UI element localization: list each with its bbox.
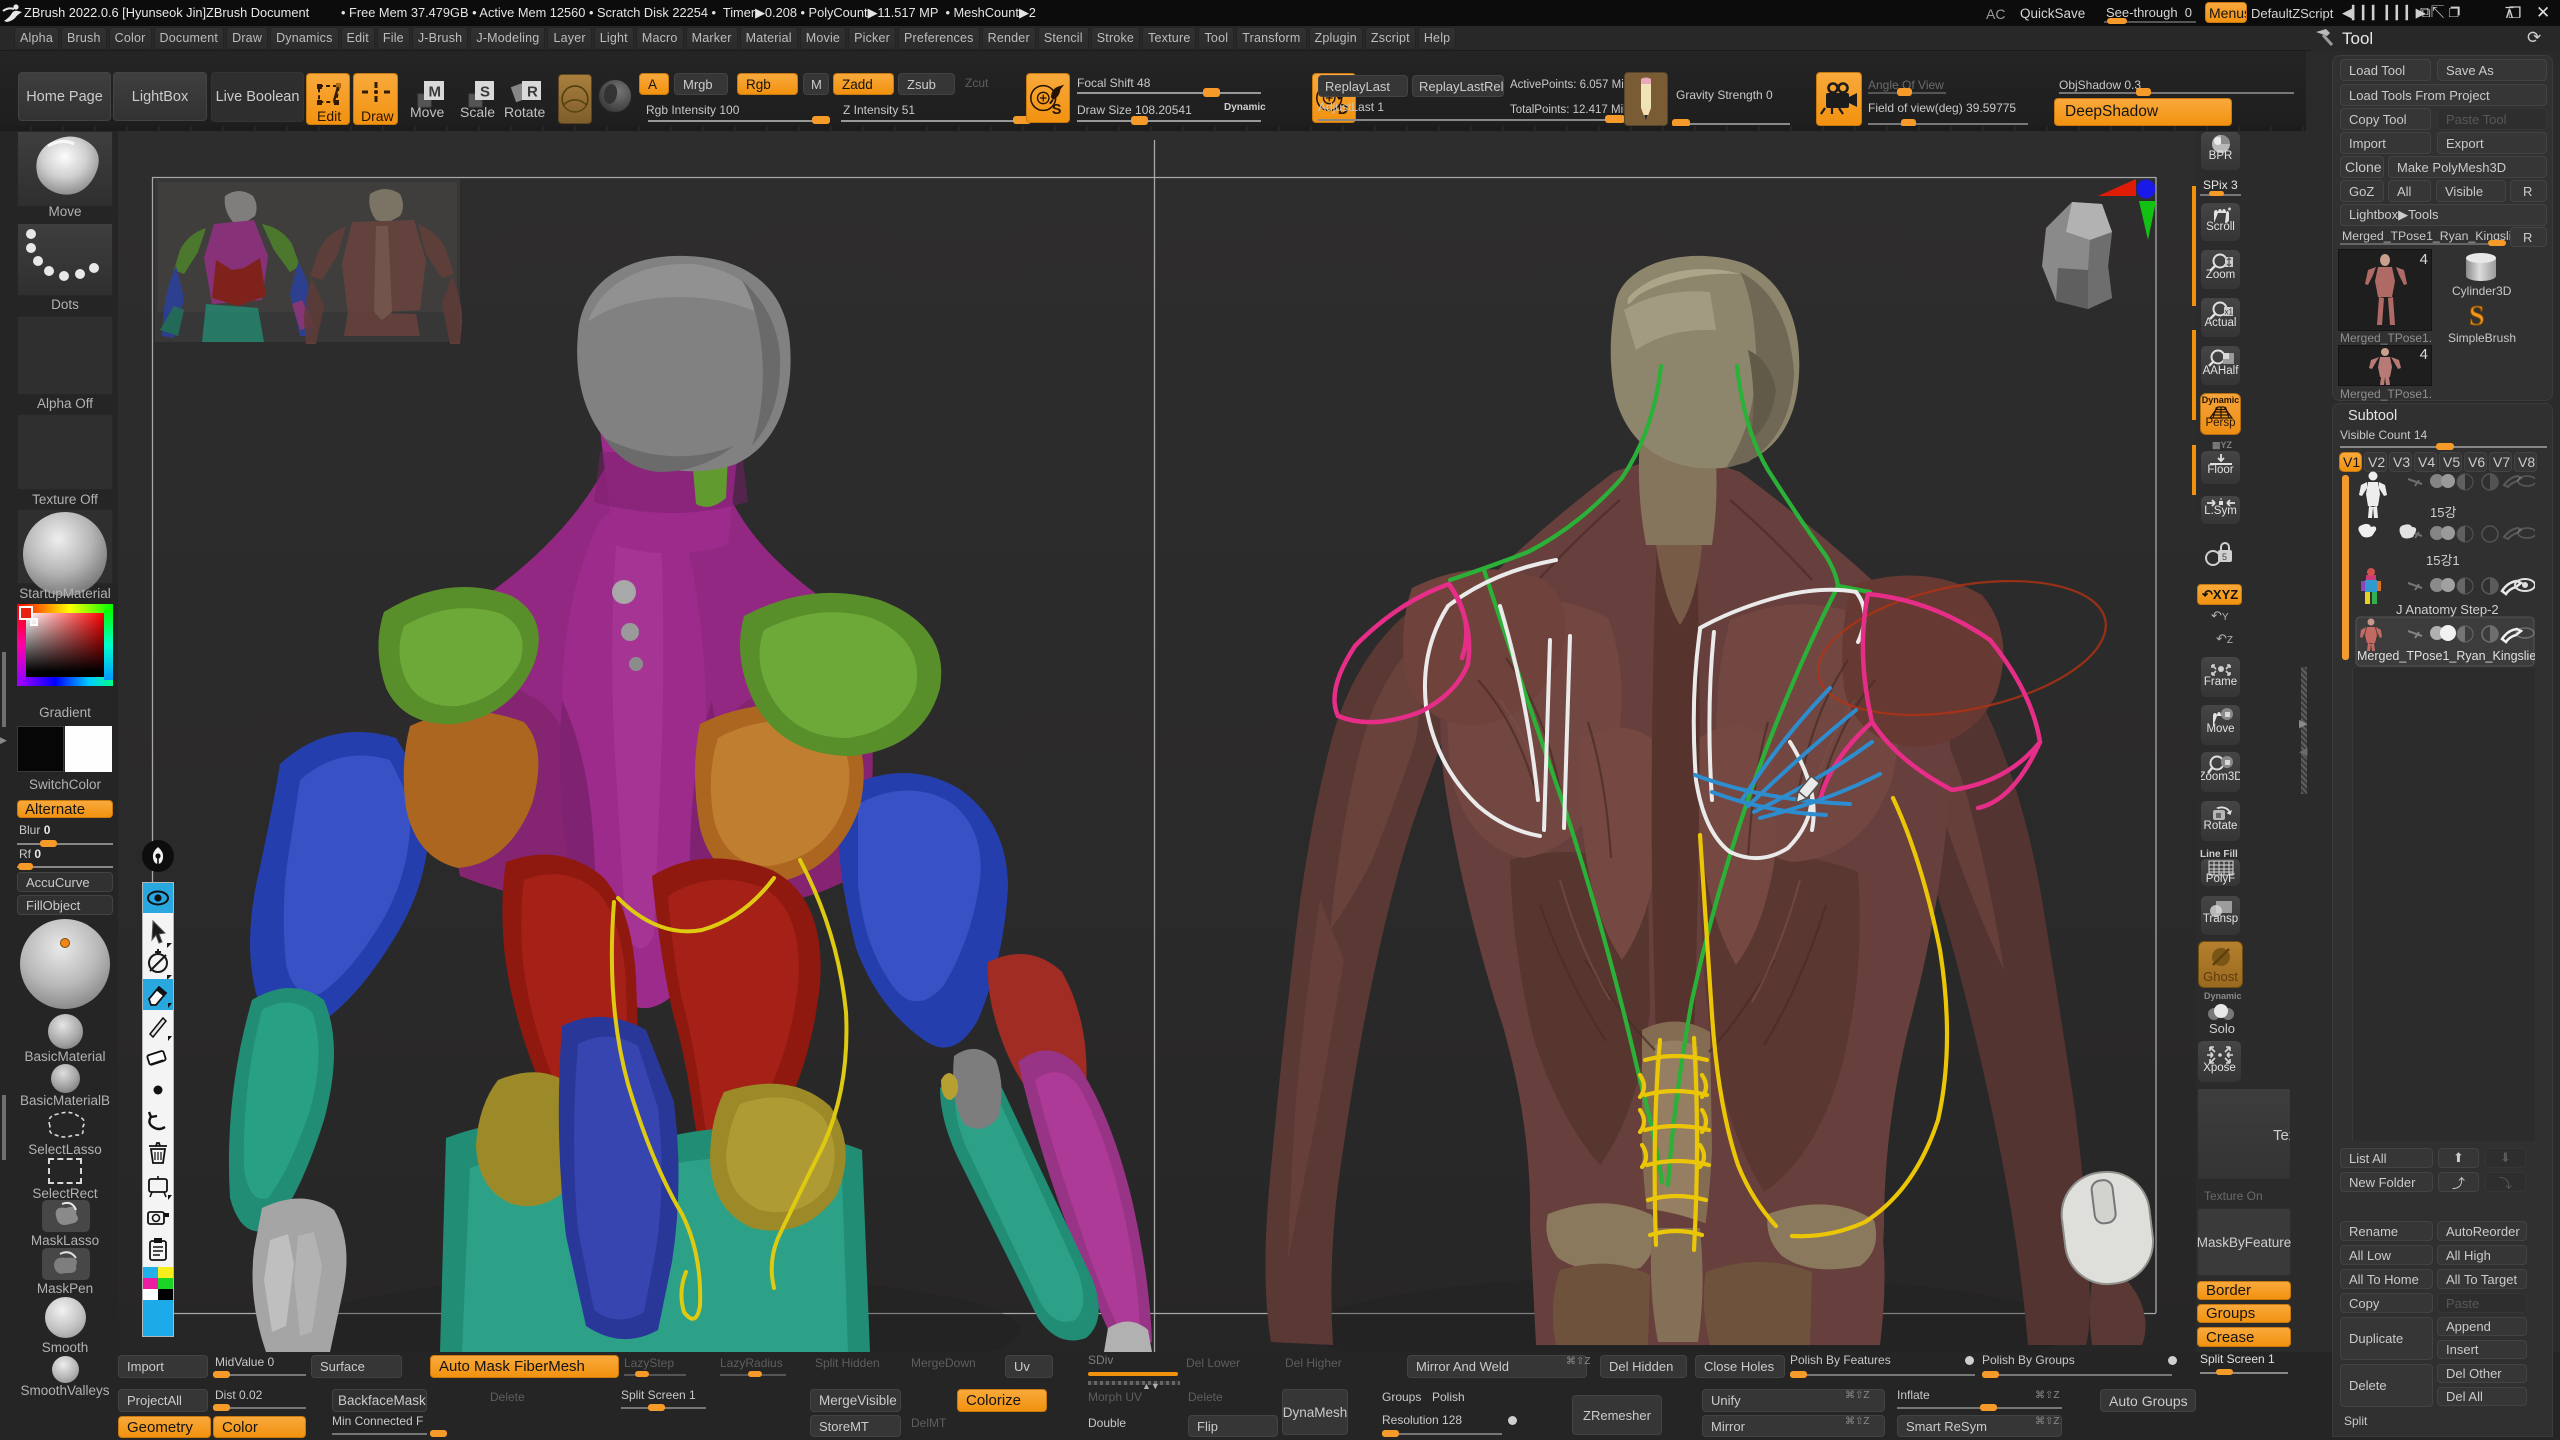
svg-text:R: R [527, 84, 538, 101]
svg-text:Rotate: Rotate [504, 104, 545, 120]
svg-text:Merged_TPose1_Ryan_Kingslie: Merged_TPose1_Ryan_Kingslie [2357, 649, 2535, 663]
svg-text:S: S [480, 84, 490, 101]
svg-text:Move: Move [410, 104, 444, 120]
svg-text:x1: x1 [2224, 308, 2233, 317]
svg-text:J Anatomy Step-2: J Anatomy Step-2 [2396, 602, 2499, 617]
svg-text:S: S [1052, 102, 1062, 118]
svg-text:15강1: 15강1 [2426, 553, 2460, 568]
svg-text:Draw: Draw [361, 108, 395, 124]
svg-text:5: 5 [2222, 552, 2227, 562]
svg-text:M: M [429, 84, 442, 101]
svg-text:S: S [2469, 301, 2485, 330]
svg-text:Scale: Scale [460, 104, 495, 120]
svg-text:Edit: Edit [317, 108, 341, 124]
svg-text:15강: 15강 [2430, 505, 2456, 520]
